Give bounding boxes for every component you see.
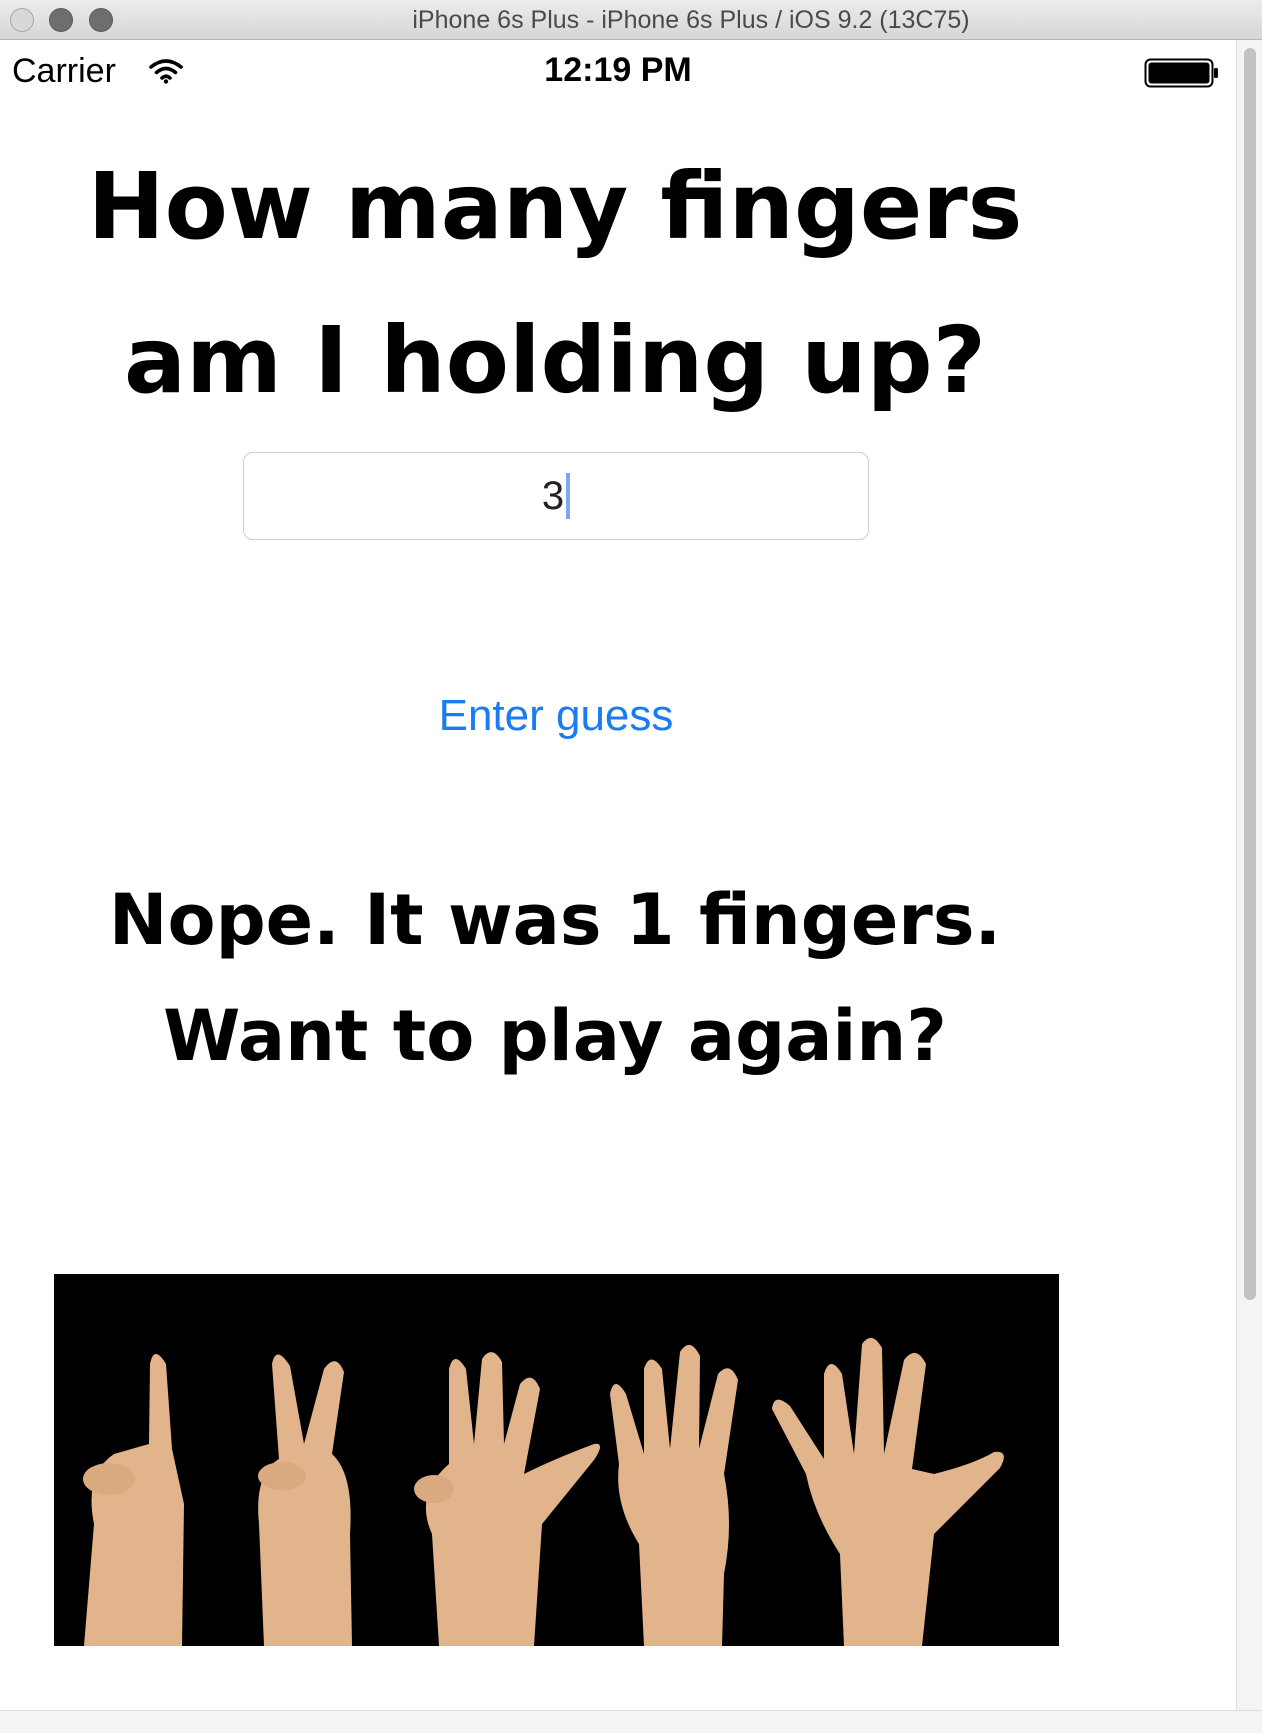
status-bar-time: 12:19 PM xyxy=(544,51,692,89)
enter-guess-button[interactable]: Enter guess xyxy=(380,686,732,746)
counting-hands-illustration xyxy=(54,1274,1059,1646)
result-message: Nope. It was 1 fingers. Want to play aga… xyxy=(108,879,1002,1077)
window-bottom-edge xyxy=(0,1710,1262,1733)
text-cursor xyxy=(566,473,571,519)
window-title: iPhone 6s Plus - iPhone 6s Plus / iOS 9.… xyxy=(412,6,970,34)
question-label: How many fingers am I holding up? xyxy=(87,153,1023,414)
simulator-scrollbar[interactable] xyxy=(1236,40,1262,1710)
status-bar: Carrier 12:19 PM xyxy=(0,40,1236,102)
fingers-image xyxy=(54,1274,1059,1646)
guess-input[interactable]: 3 xyxy=(243,452,869,540)
battery-icon xyxy=(1144,58,1218,88)
device-screen: Carrier 12:19 PM How many fingers am I h… xyxy=(0,40,1236,1710)
simulator-window: iPhone 6s Plus - iPhone 6s Plus / iOS 9.… xyxy=(0,0,1262,1733)
scrollbar-thumb[interactable] xyxy=(1244,48,1256,1300)
guess-input-value: 3 xyxy=(541,473,565,518)
window-titlebar: iPhone 6s Plus - iPhone 6s Plus / iOS 9.… xyxy=(0,0,1262,40)
